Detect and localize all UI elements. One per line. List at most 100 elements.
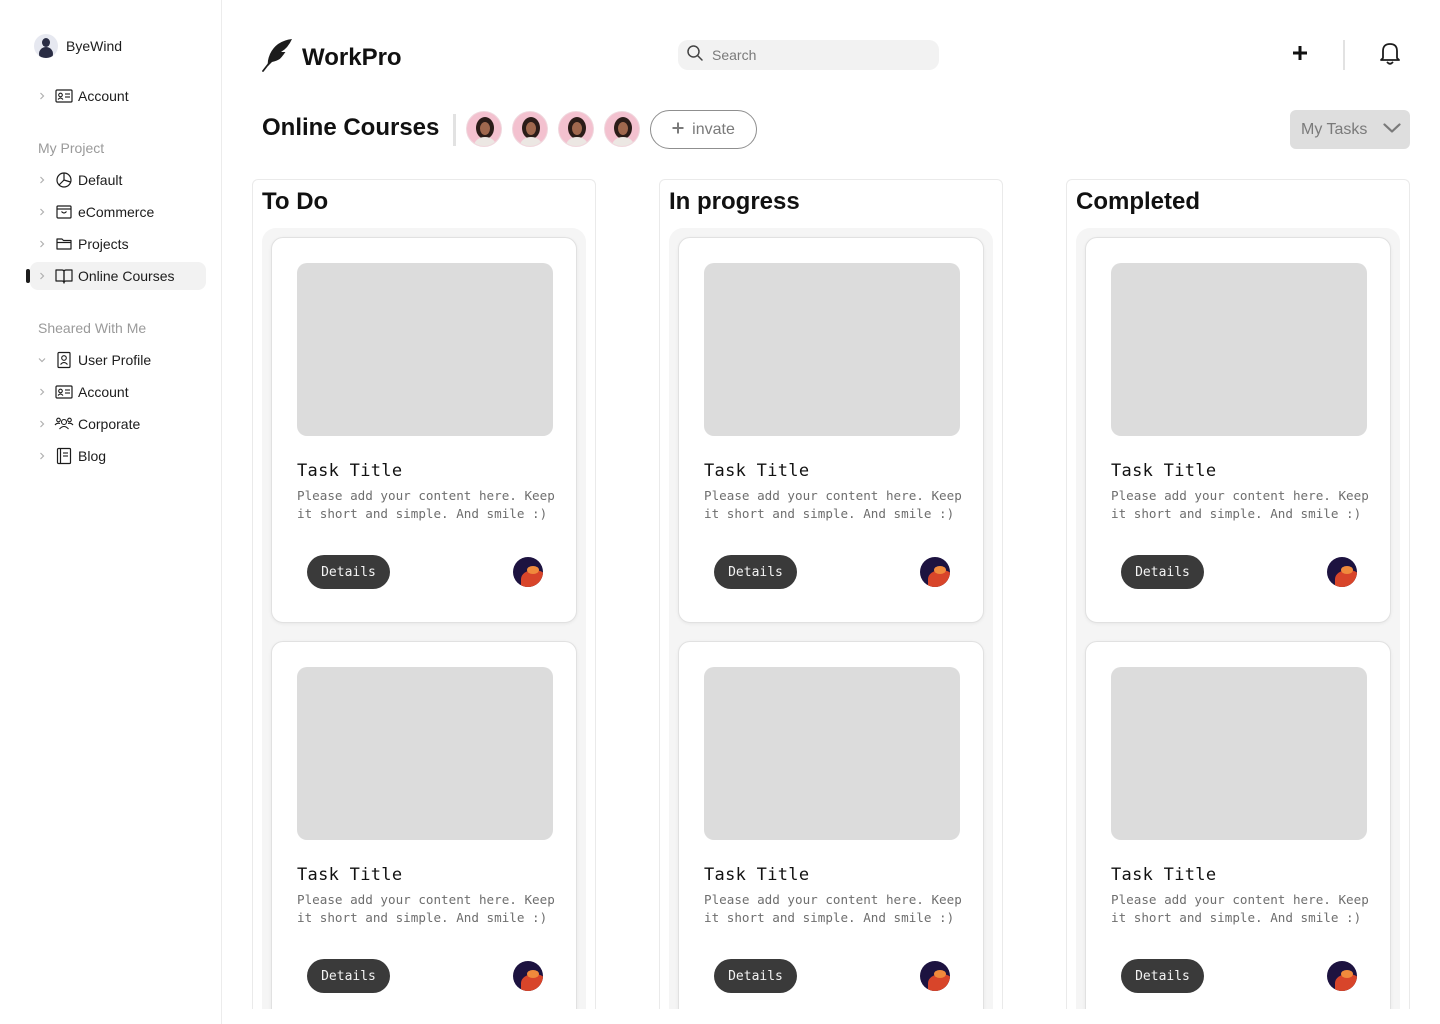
sidebar-item-label: User Profile — [78, 352, 152, 368]
chevron-right-icon — [34, 448, 50, 464]
add-button[interactable] — [1288, 43, 1312, 67]
my-tasks-dropdown[interactable]: My Tasks — [1290, 110, 1410, 149]
card-title: Task Title — [704, 865, 810, 885]
notebook-icon — [54, 446, 74, 466]
sidebar-item-default[interactable]: Default — [30, 166, 206, 194]
details-button[interactable]: Details — [1121, 959, 1204, 993]
assignee-avatar[interactable] — [1327, 961, 1357, 991]
card-description: Please add your content here. Keep it sh… — [1111, 892, 1369, 925]
assignee-avatar[interactable] — [513, 557, 543, 587]
member-avatar[interactable] — [558, 111, 594, 147]
card-image-placeholder — [1111, 263, 1367, 436]
id-card-icon — [54, 382, 74, 402]
sidebar-item-label: Default — [78, 172, 123, 188]
sidebar-item-user-profile[interactable]: User Profile — [30, 346, 206, 374]
details-button[interactable]: Details — [1121, 555, 1204, 589]
assignee-avatar[interactable] — [1327, 557, 1357, 587]
sidebar-item-corporate[interactable]: Corporate — [30, 410, 206, 438]
task-card[interactable]: Task Title Please add your content here.… — [271, 237, 577, 623]
feather-icon — [262, 38, 294, 77]
app-logo[interactable]: WorkPro — [262, 38, 402, 77]
column-title: Completed — [1076, 188, 1201, 215]
card-description: Please add your content here. Keep it sh… — [704, 488, 962, 521]
card-title: Task Title — [1111, 461, 1217, 481]
users-three-icon — [54, 414, 74, 434]
avatar — [34, 34, 58, 58]
card-title: Task Title — [297, 865, 403, 885]
details-button[interactable]: Details — [307, 959, 390, 993]
card-image-placeholder — [1111, 667, 1367, 840]
column-title: In progress — [669, 188, 800, 215]
chevron-right-icon — [34, 172, 50, 188]
user-name: ByeWind — [66, 38, 123, 54]
card-title: Task Title — [704, 461, 810, 481]
book-open-icon — [54, 266, 74, 286]
chevron-right-icon — [34, 416, 50, 432]
assignee-avatar[interactable] — [920, 557, 950, 587]
section-shared-with-me: Sheared With Me — [38, 320, 147, 336]
sidebar-item-label: Projects — [78, 236, 129, 252]
assignee-avatar[interactable] — [513, 961, 543, 991]
card-description: Please add your content here. Keep it sh… — [1111, 488, 1369, 521]
chevron-right-icon — [34, 88, 50, 104]
plus-icon — [1291, 44, 1309, 67]
column-in-progress: In progress Task Title Please add your c… — [659, 179, 1003, 1009]
task-card[interactable]: Task Title Please add your content here.… — [1085, 641, 1391, 1009]
app-name: WorkPro — [302, 43, 402, 71]
id-card-icon — [54, 86, 74, 106]
member-avatar[interactable] — [466, 111, 502, 147]
card-image-placeholder — [704, 263, 960, 436]
card-image-placeholder — [704, 667, 960, 840]
member-avatar[interactable] — [604, 111, 640, 147]
search-box[interactable] — [678, 40, 939, 70]
chevron-right-icon — [34, 236, 50, 252]
sidebar-item-blog[interactable]: Blog — [30, 442, 206, 470]
sidebar-item-label: Online Courses — [78, 268, 175, 284]
pie-chart-icon — [54, 170, 74, 190]
column-to-do: To Do Task Title Please add your content… — [252, 179, 596, 1009]
invite-button[interactable]: invate — [650, 110, 757, 149]
task-card[interactable]: Task Title Please add your content here.… — [271, 641, 577, 1009]
sidebar-item-label: Account — [78, 88, 129, 104]
chevron-right-icon — [34, 384, 50, 400]
task-card[interactable]: Task Title Please add your content here.… — [678, 641, 984, 1009]
details-button[interactable]: Details — [714, 959, 797, 993]
card-title: Task Title — [1111, 865, 1217, 885]
page-title: Online Courses — [262, 114, 440, 141]
sidebar-item-account[interactable]: Account — [30, 82, 206, 110]
sidebar-item-label: Account — [78, 384, 129, 400]
sidebar-item-label: Corporate — [78, 416, 141, 432]
member-avatars — [466, 111, 640, 147]
card-image-placeholder — [297, 263, 553, 436]
chevron-down-icon — [34, 352, 50, 368]
sidebar-item-shared-account[interactable]: Account — [30, 378, 206, 406]
member-avatar[interactable] — [512, 111, 548, 147]
details-button[interactable]: Details — [714, 555, 797, 589]
user-badge-icon — [54, 350, 74, 370]
shopping-bag-icon — [54, 202, 74, 222]
card-description: Please add your content here. Keep it sh… — [704, 892, 962, 925]
header-divider — [1343, 40, 1345, 70]
sidebar-item-label: eCommerce — [78, 204, 155, 220]
sidebar-item-ecommerce[interactable]: eCommerce — [30, 198, 206, 226]
details-button[interactable]: Details — [307, 555, 390, 589]
card-description: Please add your content here. Keep it sh… — [297, 488, 555, 521]
chevron-down-icon — [1383, 121, 1401, 139]
assignee-avatar[interactable] — [920, 961, 950, 991]
section-my-project: My Project — [38, 140, 105, 156]
column-completed: Completed Task Title Please add your con… — [1066, 179, 1410, 1009]
plus-icon — [672, 121, 684, 139]
notifications-button[interactable] — [1376, 40, 1404, 70]
chevron-right-icon — [34, 204, 50, 220]
user-menu[interactable]: ByeWind — [34, 34, 122, 58]
task-card[interactable]: Task Title Please add your content here.… — [678, 237, 984, 623]
sidebar-item-online-courses[interactable]: Online Courses — [30, 262, 206, 290]
search-input[interactable] — [712, 47, 922, 63]
title-divider — [453, 114, 456, 146]
bell-icon — [1378, 40, 1402, 71]
sidebar-item-projects[interactable]: Projects — [30, 230, 206, 258]
sidebar: ByeWind Account My Project Default eComm… — [0, 0, 222, 1024]
task-card[interactable]: Task Title Please add your content here.… — [1085, 237, 1391, 623]
search-icon — [686, 44, 704, 67]
sidebar-item-label: Blog — [78, 448, 107, 464]
